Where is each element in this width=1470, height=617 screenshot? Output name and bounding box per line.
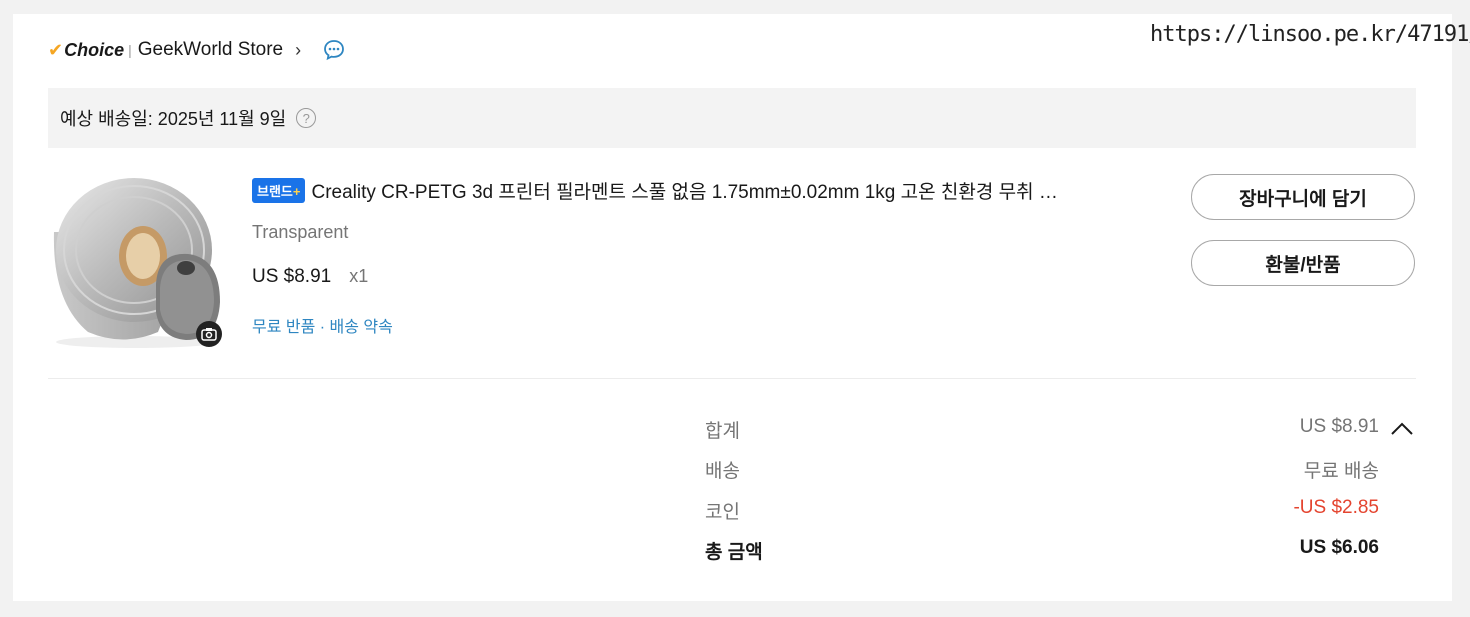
coin-discount-value: -US $2.85 — [1293, 497, 1379, 518]
product-title-row: 브랜드+ Creality CR-PETG 3d 프린터 필라멘트 스풀 없음 … — [252, 177, 1152, 204]
subtotal-label: 합계 — [705, 421, 740, 442]
shipping-value: 무료 배송 — [1303, 461, 1379, 482]
product-price: US $8.91 — [252, 266, 332, 287]
refund-return-button[interactable]: 환불/반품 — [1191, 240, 1415, 286]
product-title-link[interactable]: Creality CR-PETG 3d 프린터 필라멘트 스풀 없음 1.75m… — [311, 177, 1131, 204]
check-icon: ✔ — [48, 39, 64, 60]
chevron-up-icon[interactable] — [1390, 420, 1414, 436]
price-row: US $8.91 x1 — [252, 266, 368, 288]
total-value: US $6.06 — [1299, 537, 1379, 558]
product-variant: Transparent — [252, 222, 349, 242]
help-icon[interactable]: ? — [296, 108, 317, 128]
subtotal-value: US $8.91 — [1299, 416, 1379, 437]
watermark-url: https://linsoo.pe.kr/47191/ — [1150, 22, 1470, 47]
store-header: ✔ Choice | GeekWorld Store › — [48, 36, 345, 64]
camera-icon[interactable] — [196, 321, 222, 347]
brand-plus-badge: 브랜드+ — [252, 178, 306, 203]
chevron-right-icon[interactable]: › — [295, 40, 301, 61]
shipping-label: 배송 — [705, 461, 740, 482]
store-name-link[interactable]: GeekWorld Store — [138, 39, 283, 61]
delivery-date-text: 예상 배송일: 2025년 11월 9일 — [60, 109, 287, 129]
divider — [48, 378, 1416, 379]
coin-label: 코인 — [705, 502, 740, 523]
choice-label: Choice — [64, 39, 125, 60]
product-quantity: x1 — [349, 266, 369, 286]
perks-link[interactable]: 무료 반품 · 배송 약속 — [252, 313, 393, 337]
choice-logo: ✔ Choice — [48, 40, 124, 61]
separator: | — [128, 42, 132, 58]
total-label: 총 금액 — [705, 542, 763, 563]
product-image[interactable] — [48, 172, 224, 350]
chat-icon[interactable] — [323, 39, 345, 61]
add-to-cart-button[interactable]: 장바구니에 담기 — [1191, 174, 1415, 220]
delivery-estimate-bar: 예상 배송일: 2025년 11월 9일 ? — [48, 88, 1416, 148]
